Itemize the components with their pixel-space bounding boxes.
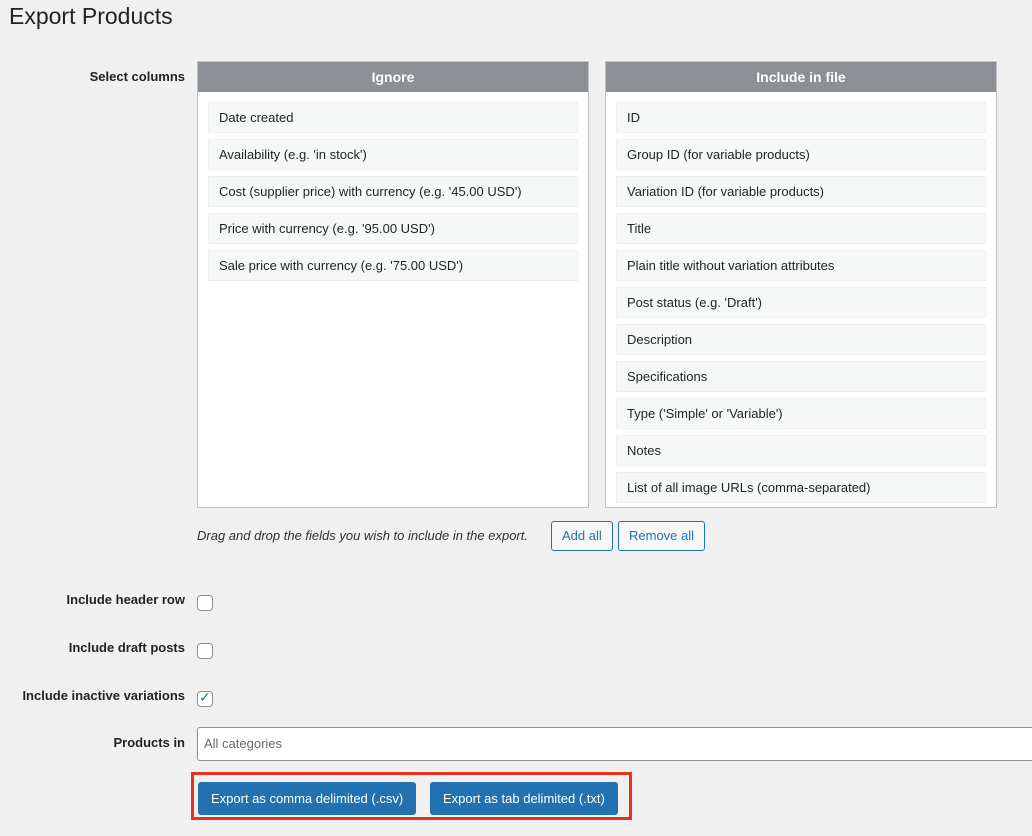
ignore-field-item[interactable]: Cost (supplier price) with currency (e.g… <box>208 176 578 207</box>
ignore-field-item[interactable]: Price with currency (e.g. '95.00 USD') <box>208 213 578 244</box>
include-field-item[interactable]: Notes <box>616 435 986 466</box>
include-header-row-label: Include header row <box>66 592 185 607</box>
export-csv-button[interactable]: Export as comma delimited (.csv) <box>198 782 417 815</box>
checkmark-icon: ✓ <box>199 689 211 705</box>
include-field-item[interactable]: ID <box>616 102 986 133</box>
include-field-item[interactable]: Specifications <box>616 361 986 392</box>
include-inactive-variations-label: Include inactive variations <box>22 688 185 703</box>
ignore-field-item[interactable]: Date created <box>208 102 578 133</box>
include-draft-posts-checkbox[interactable] <box>197 643 213 659</box>
include-field-item[interactable]: Group ID (for variable products) <box>616 139 986 170</box>
include-inactive-variations-checkbox[interactable]: ✓ <box>197 689 213 707</box>
include-draft-posts-label: Include draft posts <box>68 640 185 655</box>
include-field-item[interactable]: Title <box>616 213 986 244</box>
products-in-label: Products in <box>113 735 185 750</box>
include-list: ID Group ID (for variable products) Vari… <box>606 92 996 503</box>
drag-drop-hint: Drag and drop the fields you wish to inc… <box>197 528 528 543</box>
export-buttons-highlight: Export as comma delimited (.csv) Export … <box>191 772 632 820</box>
remove-all-button[interactable]: Remove all <box>618 521 706 551</box>
include-field-item[interactable]: Type ('Simple' or 'Variable') <box>616 398 986 429</box>
export-txt-button[interactable]: Export as tab delimited (.txt) <box>430 782 618 815</box>
ignore-field-item[interactable]: Availability (e.g. 'in stock') <box>208 139 578 170</box>
include-header-row-checkbox[interactable] <box>197 595 213 611</box>
ignore-panel: Ignore Date created Availability (e.g. '… <box>197 61 589 508</box>
ignore-list: Date created Availability (e.g. 'in stoc… <box>198 92 588 281</box>
products-in-select[interactable]: All categories <box>197 727 1032 761</box>
include-field-item[interactable]: Variation ID (for variable products) <box>616 176 986 207</box>
include-panel: Include in file ID Group ID (for variabl… <box>605 61 997 508</box>
ignore-panel-header: Ignore <box>198 62 588 92</box>
ignore-field-item[interactable]: Sale price with currency (e.g. '75.00 US… <box>208 250 578 281</box>
include-field-item[interactable]: List of all image URLs (comma-separated) <box>616 472 986 503</box>
select-columns-label: Select columns <box>89 69 185 84</box>
add-all-button[interactable]: Add all <box>551 521 613 551</box>
include-panel-header: Include in file <box>606 62 996 92</box>
include-field-item[interactable]: Post status (e.g. 'Draft') <box>616 287 986 318</box>
include-field-item[interactable]: Description <box>616 324 986 355</box>
page-title: Export Products <box>9 3 173 29</box>
include-field-item[interactable]: Plain title without variation attributes <box>616 250 986 281</box>
